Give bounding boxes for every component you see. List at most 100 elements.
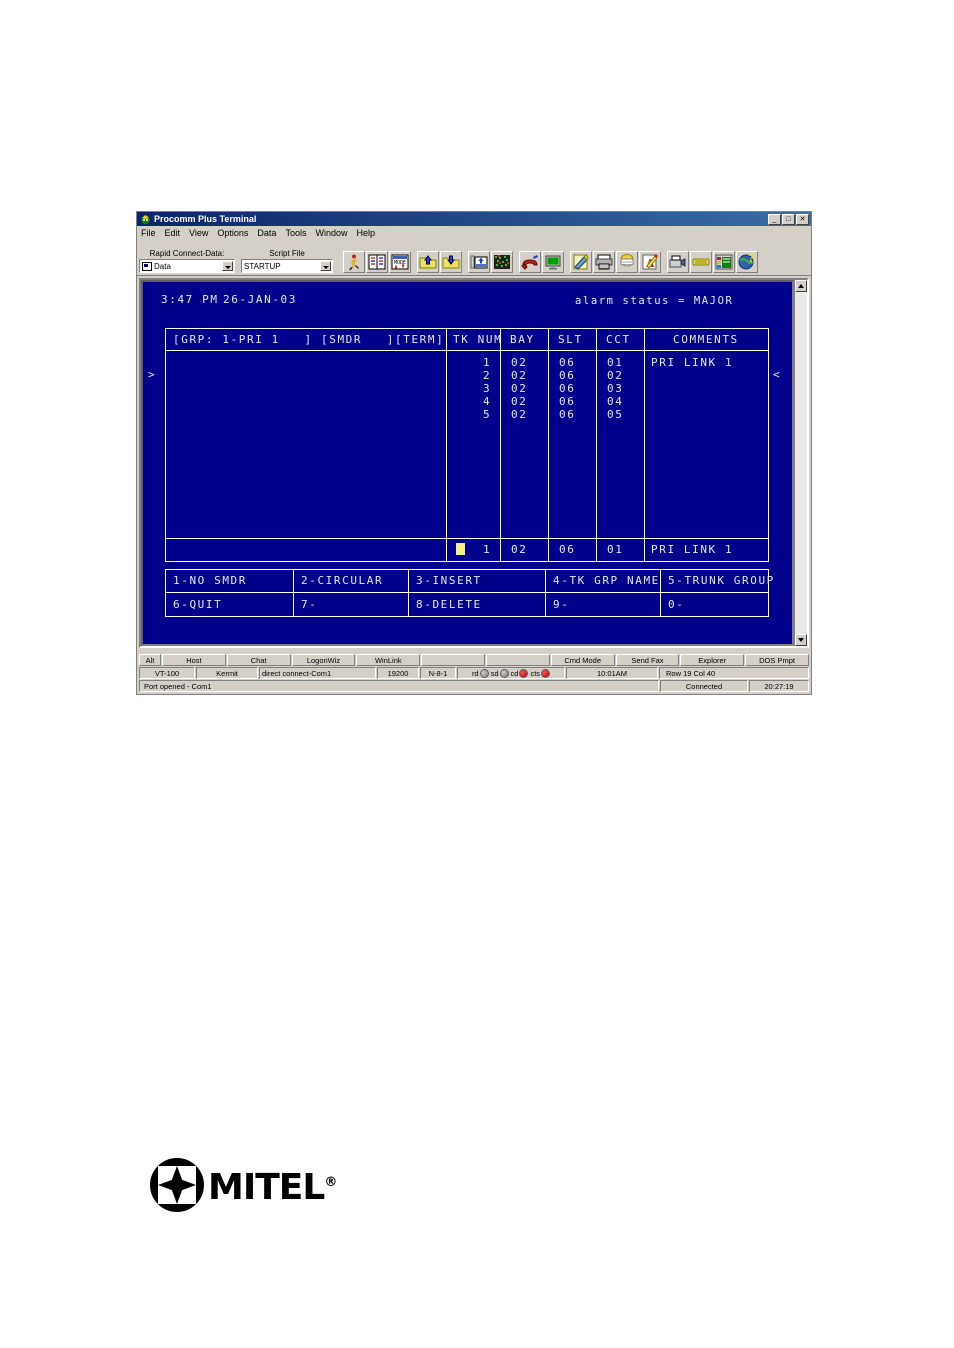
world-help-icon[interactable]: ? <box>736 251 758 273</box>
fn-button-dos-prompt[interactable]: DOS Pmpt <box>745 654 809 666</box>
fn-button-explorer[interactable]: Explorer <box>680 654 745 666</box>
terminal-clock: 3:47 PM <box>161 293 219 306</box>
upload-folder-icon[interactable] <box>417 251 439 273</box>
row-3-cct: 03 <box>607 382 624 395</box>
scrollbar-track[interactable] <box>795 292 807 634</box>
status-timer[interactable]: 10:01AM <box>566 667 658 679</box>
hangup-phone-icon[interactable] <box>519 251 541 273</box>
chevron-down-icon[interactable] <box>222 261 233 271</box>
fn-button-empty-1[interactable] <box>421 654 485 666</box>
softkey-2[interactable]: 2-CIRCULAR <box>301 575 383 587</box>
fn-button-chat[interactable]: Chat <box>226 654 291 666</box>
softkey-3[interactable]: 3-INSERT <box>416 575 482 587</box>
status-connected: Connected <box>660 680 748 692</box>
menu-item-options[interactable]: Options <box>217 228 248 238</box>
led-cd: cd <box>511 668 529 678</box>
rapid-connect-combo[interactable]: Data <box>139 259 235 273</box>
keyboard-map-icon[interactable] <box>491 251 513 273</box>
mitel-star-icon <box>158 1166 196 1204</box>
scroll-up-icon[interactable] <box>795 280 807 292</box>
fn-button-send-fax[interactable]: Send Fax <box>615 654 680 666</box>
terminal-scrollbar[interactable] <box>794 280 807 646</box>
column-header-tk-num: TK NUM <box>453 333 503 346</box>
capture-icon[interactable] <box>616 251 638 273</box>
form-border-right <box>768 328 769 562</box>
fn-button-cmd-mode[interactable]: Cmd Mode <box>550 654 615 666</box>
row-1-slt: 06 <box>559 356 576 369</box>
toolbar: Rapid Connect-Data: Data Script File STA… <box>137 240 811 276</box>
menu-item-help[interactable]: Help <box>356 228 375 238</box>
close-button[interactable]: ✕ <box>796 213 809 225</box>
monitor-icon[interactable] <box>542 251 564 273</box>
mode-icon[interactable]: MODE <box>389 251 411 273</box>
row-1-tk-num: 1 <box>483 356 492 369</box>
status-protocol[interactable]: Kermit <box>196 667 258 679</box>
runner-icon[interactable] <box>343 251 365 273</box>
status-elapsed: 20:27:19 <box>749 680 809 692</box>
softkey-1[interactable]: 1-NO SMDR <box>173 575 247 587</box>
status-emulation[interactable]: VT-100 <box>139 667 195 679</box>
col-sep-3 <box>548 328 549 562</box>
toolbar-icon-strip: MODE ? <box>343 251 758 273</box>
row-3-slt: 06 <box>559 382 576 395</box>
softkey-8[interactable]: 8-DELETE <box>416 599 482 611</box>
minimize-button[interactable]: _ <box>768 213 781 225</box>
softkey-0[interactable]: 0- <box>668 599 684 611</box>
scroll-down-icon[interactable] <box>795 634 807 646</box>
procomm-terminal-window: Procomm Plus Terminal _ □ ✕ File Edit Vi… <box>136 211 812 695</box>
fax-icon[interactable] <box>667 251 689 273</box>
menu-item-file[interactable]: File <box>141 228 156 238</box>
led-cts: cts <box>530 668 551 678</box>
softkey-4[interactable]: 4-TK GRP NAME <box>553 575 660 587</box>
row-1-comments: PRI LINK 1 <box>651 356 734 369</box>
row-4-bay: 02 <box>511 395 528 408</box>
download-folder-icon[interactable] <box>440 251 462 273</box>
row-4-tk-num: 4 <box>483 395 492 408</box>
column-header-cct: CCT <box>606 333 631 346</box>
entry-row-slt[interactable]: 06 <box>559 544 575 556</box>
notepad-pencil-icon[interactable] <box>570 251 592 273</box>
softkey-9[interactable]: 9- <box>553 599 569 611</box>
maximize-button[interactable]: □ <box>782 213 795 225</box>
terminal-screen[interactable]: 3:47 PM 26-JAN-03 alarm status = MAJOR >… <box>141 280 794 646</box>
alt-key-button[interactable]: Alt <box>139 654 161 666</box>
modem-icon[interactable] <box>690 251 712 273</box>
form-header-label: [GRP: 1-PRI 1 ] [SMDR ][TERM] <box>173 333 445 346</box>
status-baud[interactable]: 19200 <box>377 667 419 679</box>
maximize-icon: □ <box>786 215 791 223</box>
softkey-5[interactable]: 5-TRUNK GROUP <box>668 575 775 587</box>
script-file-combo[interactable]: STARTUP <box>241 259 333 273</box>
chevron-down-icon[interactable] <box>320 261 331 271</box>
menu-item-data[interactable]: Data <box>257 228 276 238</box>
menu-item-window[interactable]: Window <box>315 228 347 238</box>
fn-button-winlink[interactable]: WinLink <box>356 654 421 666</box>
setup-icon[interactable] <box>713 251 735 273</box>
menu-item-tools[interactable]: Tools <box>285 228 306 238</box>
menu-item-edit[interactable]: Edit <box>165 228 181 238</box>
form-border-left <box>165 328 166 562</box>
printer-icon[interactable] <box>593 251 615 273</box>
status-connection[interactable]: direct connect-Com1 <box>259 667 376 679</box>
entry-row-comments[interactable]: PRI LINK 1 <box>651 544 733 556</box>
fn-button-logonwiz[interactable]: LogonWiz <box>291 654 356 666</box>
softkey-sep-3 <box>545 569 546 617</box>
row-5-tk-num: 5 <box>483 408 492 421</box>
title-bar: Procomm Plus Terminal _ □ ✕ <box>137 212 811 226</box>
entry-row-tk-num[interactable]: 1 <box>483 544 491 556</box>
softkey-7[interactable]: 7- <box>301 599 317 611</box>
fn-button-empty-2[interactable] <box>485 654 550 666</box>
menu-item-view[interactable]: View <box>189 228 208 238</box>
send-file-icon[interactable] <box>468 251 490 273</box>
softkey-6[interactable]: 6-QUIT <box>173 599 222 611</box>
editor-icon[interactable]: A <box>639 251 661 273</box>
fn-button-host[interactable]: Host <box>162 654 226 666</box>
entry-row-bay[interactable]: 02 <box>511 544 527 556</box>
status-params[interactable]: N-8-1 <box>420 667 456 679</box>
minimize-icon: _ <box>772 215 777 223</box>
col-sep-1 <box>446 328 447 562</box>
led-cts-label: cts <box>530 668 541 678</box>
phonebook-icon[interactable] <box>366 251 388 273</box>
entry-row-cct[interactable]: 01 <box>607 544 623 556</box>
column-header-bay: BAY <box>510 333 535 346</box>
connect-controls: Rapid Connect-Data: Data Script File STA… <box>139 249 339 273</box>
